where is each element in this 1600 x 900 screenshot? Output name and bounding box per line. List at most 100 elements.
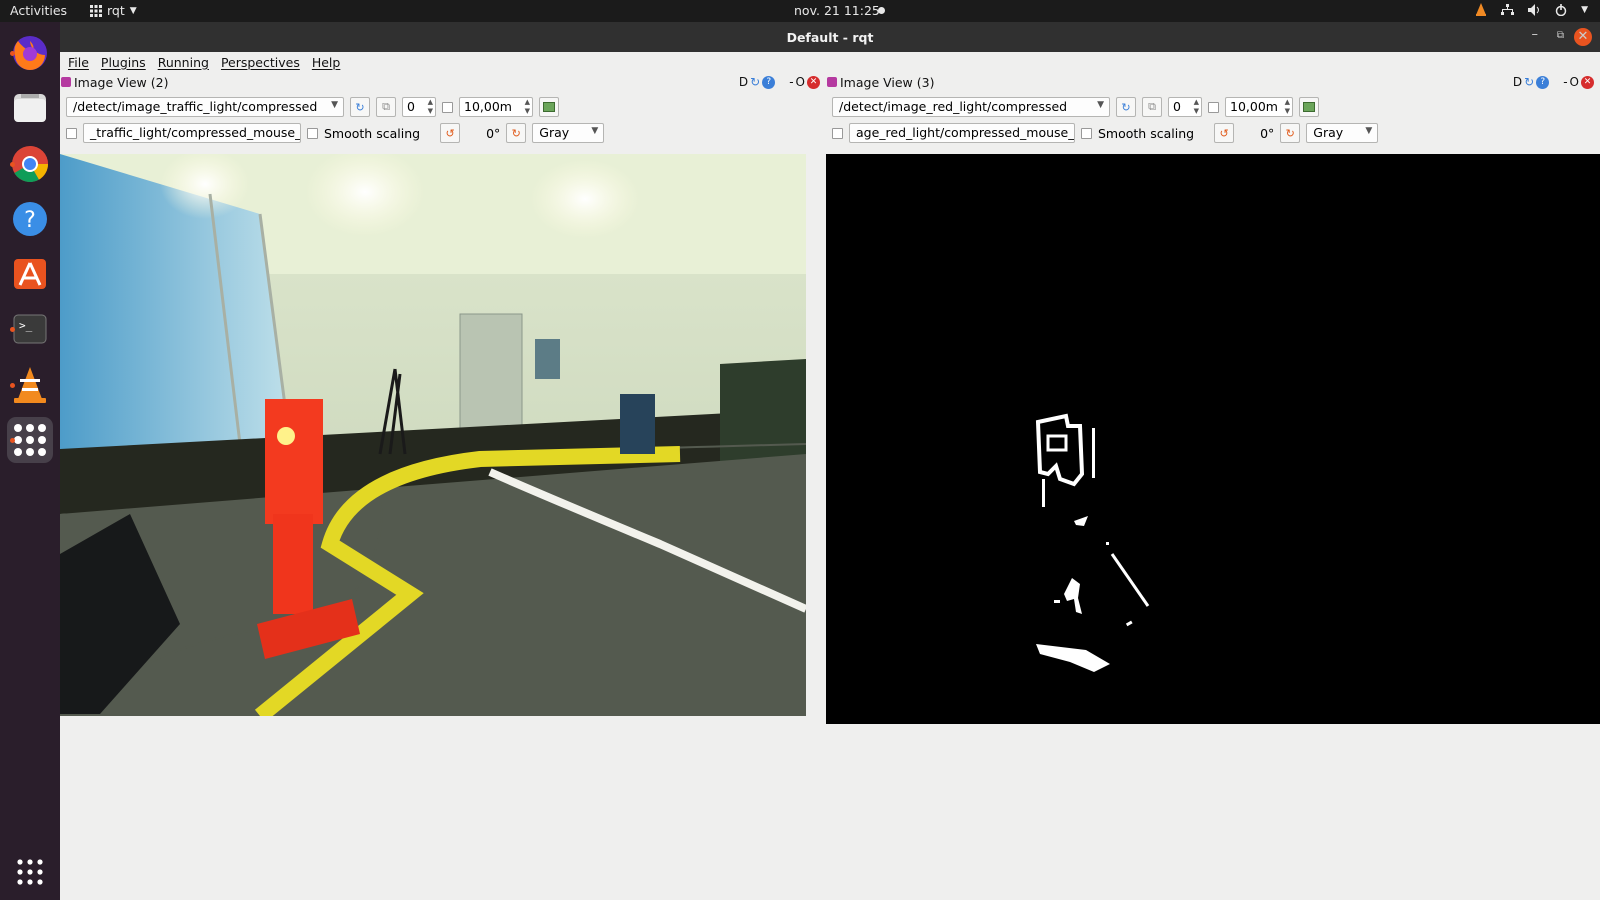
- spin-arrows-icon[interactable]: ▲ ▼: [428, 98, 433, 116]
- smooth-scaling-checkbox[interactable]: [1081, 127, 1092, 139]
- rotate-left-button[interactable]: ↺: [1214, 123, 1235, 143]
- camera-image-traffic-light[interactable]: [60, 154, 806, 716]
- dock-show-apps[interactable]: [7, 849, 53, 895]
- rotate-right-icon: ↻: [511, 126, 521, 140]
- dock-firefox[interactable]: [7, 30, 53, 76]
- rotate-right-button[interactable]: ↻: [1280, 123, 1301, 143]
- chevron-down-icon: ▼: [1365, 126, 1373, 136]
- rotate-left-icon: ↺: [445, 126, 455, 140]
- svg-text:?: ?: [24, 208, 36, 233]
- close-panel-icon[interactable]: ✕: [807, 75, 820, 89]
- spin-value-field[interactable]: 0 ▲ ▼: [402, 97, 436, 117]
- notification-dot: [878, 7, 885, 14]
- publish-click-checkbox[interactable]: [66, 127, 77, 139]
- toolbar-row-1: /detect/image_traffic_light/compressed ▼…: [66, 96, 559, 118]
- menu-plugins[interactable]: Plugins: [101, 55, 146, 70]
- smooth-scaling-label: Smooth scaling: [324, 125, 421, 141]
- software-icon: [14, 259, 46, 289]
- activities-button[interactable]: Activities: [10, 3, 67, 18]
- rotate-left-icon: ↺: [1219, 126, 1229, 140]
- menu-file[interactable]: File: [68, 55, 89, 70]
- help-icon[interactable]: ?: [762, 75, 776, 89]
- rqt-grid-icon: [90, 4, 102, 17]
- color-mode-select[interactable]: Gray ▼: [1306, 123, 1379, 143]
- dock-files[interactable]: [7, 85, 53, 131]
- dock: ? >_: [0, 22, 60, 900]
- save-image-button[interactable]: [539, 97, 559, 117]
- dock-software[interactable]: [7, 251, 53, 297]
- panel-header[interactable]: Image View (3) D ↻ ? - O ✕: [826, 74, 1600, 92]
- max-value-checkbox[interactable]: [1208, 101, 1219, 113]
- binary-image-red-light[interactable]: [826, 154, 1600, 724]
- chevron-down-icon: ▼: [591, 126, 599, 136]
- max-value-field[interactable]: 10,00m ▲ ▼: [1225, 97, 1293, 117]
- power-icon[interactable]: [1555, 3, 1567, 16]
- refresh-icon: ↻: [1121, 100, 1131, 114]
- panel-header[interactable]: Image View (2) D ↻ ? - O ✕: [60, 74, 826, 92]
- app-menu-label: rqt: [107, 3, 125, 18]
- camera-scene: [60, 154, 806, 716]
- close-panel-icon[interactable]: ✕: [1581, 75, 1594, 89]
- spin-value-field[interactable]: 0 ▲ ▼: [1168, 97, 1202, 117]
- chrome-icon: [12, 146, 49, 183]
- window-title: Default - rqt: [786, 30, 874, 45]
- app-grid-icon: [17, 859, 43, 885]
- save-image-button[interactable]: [1299, 97, 1319, 117]
- spin-arrows-icon[interactable]: ▲ ▼: [1194, 98, 1199, 116]
- dock-help[interactable]: ?: [7, 196, 53, 242]
- minimize-icon[interactable]: –: [1532, 27, 1539, 42]
- help-icon: ?: [13, 202, 47, 236]
- float-panel-button[interactable]: O: [1570, 75, 1579, 89]
- volume-icon[interactable]: [1528, 3, 1541, 16]
- window-titlebar[interactable]: Default - rqt – ⧉ ✕: [60, 22, 1600, 52]
- float-panel-button[interactable]: O: [796, 75, 805, 89]
- terminal-icon: >_: [13, 314, 47, 344]
- refresh-topics-button[interactable]: ↻: [1116, 97, 1136, 117]
- menu-running[interactable]: Running: [158, 55, 209, 70]
- zoom-icon: ⧉: [1148, 100, 1156, 113]
- dock-vlc[interactable]: [7, 362, 53, 408]
- spin-arrows-icon[interactable]: ▲ ▼: [1285, 98, 1290, 116]
- system-top-bar: Activities rqt ▼ nov. 21 11:25 ▼: [0, 0, 1600, 22]
- topic-select[interactable]: /detect/image_red_light/compressed ▼: [832, 97, 1110, 117]
- topic-select-value: /detect/image_red_light/compressed: [839, 99, 1068, 114]
- smooth-scaling-checkbox[interactable]: [307, 127, 318, 139]
- rotate-left-button[interactable]: ↺: [440, 123, 461, 143]
- close-icon[interactable]: ✕: [1574, 28, 1592, 46]
- system-tray[interactable]: ▼: [1475, 3, 1588, 16]
- minimize-panel-button[interactable]: -: [789, 75, 793, 89]
- zoom-button[interactable]: ⧉: [1142, 97, 1162, 117]
- color-mode-select[interactable]: Gray ▼: [532, 123, 605, 143]
- reload-icon[interactable]: ↻: [1524, 75, 1534, 89]
- menu-perspectives[interactable]: Perspectives: [221, 55, 300, 70]
- network-icon[interactable]: [1501, 3, 1515, 16]
- dock-terminal[interactable]: >_: [7, 306, 53, 352]
- dock-rqt[interactable]: [7, 417, 53, 463]
- rotate-right-button[interactable]: ↻: [506, 123, 527, 143]
- mouse-topic-input[interactable]: _traffic_light/compressed_mouse_left: [83, 123, 301, 143]
- dock-toggle-button[interactable]: D: [739, 75, 748, 89]
- rqt-app-icon: [14, 424, 46, 456]
- maximize-icon[interactable]: ⧉: [1557, 30, 1564, 41]
- app-menu[interactable]: rqt ▼: [90, 3, 137, 18]
- zoom-button[interactable]: ⧉: [376, 97, 396, 117]
- reload-icon[interactable]: ↻: [750, 75, 760, 89]
- plugin-icon: [61, 77, 71, 87]
- minimize-panel-button[interactable]: -: [1563, 75, 1567, 89]
- dock-chrome[interactable]: [7, 141, 53, 187]
- mouse-topic-input[interactable]: age_red_light/compressed_mouse_left: [849, 123, 1075, 143]
- topic-select[interactable]: /detect/image_traffic_light/compressed ▼: [66, 97, 344, 117]
- menu-help[interactable]: Help: [312, 55, 341, 70]
- refresh-topics-button[interactable]: ↻: [350, 97, 370, 117]
- max-value-checkbox[interactable]: [442, 101, 453, 113]
- chevron-down-icon: ▼: [1097, 100, 1104, 110]
- publish-click-checkbox[interactable]: [832, 127, 843, 139]
- spin-arrows-icon[interactable]: ▲ ▼: [525, 98, 530, 116]
- vlc-tray-icon[interactable]: [1475, 3, 1487, 16]
- menu-bar: File Plugins Running Perspectives Help: [60, 52, 1600, 72]
- color-mode-value: Gray: [539, 125, 570, 140]
- dock-toggle-button[interactable]: D: [1513, 75, 1522, 89]
- help-icon[interactable]: ?: [1536, 75, 1550, 89]
- clock[interactable]: nov. 21 11:25: [794, 3, 880, 18]
- max-value-field[interactable]: 10,00m ▲ ▼: [459, 97, 533, 117]
